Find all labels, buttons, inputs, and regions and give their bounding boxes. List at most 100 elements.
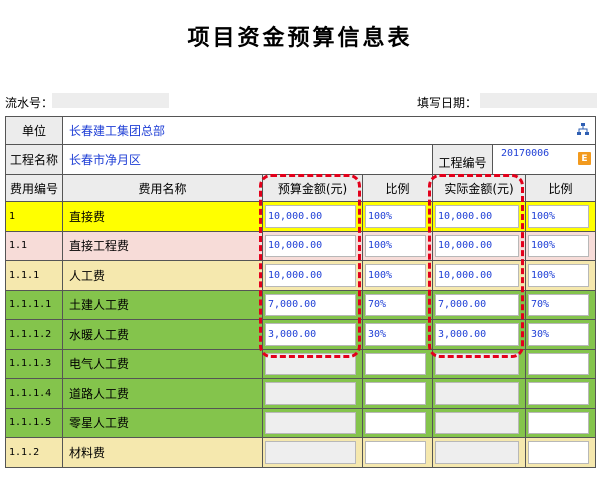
page-title: 项目资金预算信息表 xyxy=(187,26,413,51)
actual-ratio-input[interactable] xyxy=(528,382,589,405)
actual-amount-cell: 3,000.00 xyxy=(433,320,526,349)
table-row: 1.1.1.5 零星人工费 xyxy=(6,408,596,438)
actual-ratio-cell xyxy=(526,349,596,378)
budget-ratio-cell xyxy=(363,349,433,378)
row-name: 直接工程费 xyxy=(63,231,263,260)
actual-ratio-cell xyxy=(526,408,596,437)
budget-amount-input[interactable] xyxy=(265,382,356,405)
unit-value: 长春建工集团总部 xyxy=(69,124,166,138)
row-code: 1.1.1 xyxy=(6,261,63,290)
actual-amount-input[interactable] xyxy=(435,382,519,405)
budget-ratio-cell: 100% xyxy=(363,231,433,260)
col-header-name: 费用名称 xyxy=(63,175,263,201)
header-row: 费用编号 费用名称 预算金额(元) 比例 实际金额(元) 比例 xyxy=(6,175,596,202)
actual-ratio-cell: 30% xyxy=(526,320,596,349)
actual-amount-cell xyxy=(433,408,526,437)
budget-amount-input[interactable]: 10,000.00 xyxy=(265,205,356,228)
unit-row: 单位 长春建工集团总部 xyxy=(6,117,596,145)
budget-ratio-cell: 100% xyxy=(363,261,433,290)
row-code: 1.1.1.1 xyxy=(6,290,63,319)
row-code: 1.1 xyxy=(6,231,63,260)
actual-amount-cell: 7,000.00 xyxy=(433,290,526,319)
actual-amount-cell xyxy=(433,349,526,378)
actual-amount-cell: 10,000.00 xyxy=(433,261,526,290)
budget-amount-input[interactable]: 7,000.00 xyxy=(265,293,356,316)
row-name: 土建人工费 xyxy=(63,290,263,319)
budget-amount-input[interactable] xyxy=(265,441,356,464)
table-row: 1.1.2 材料费 xyxy=(6,438,596,468)
actual-amount-input[interactable]: 10,000.00 xyxy=(435,234,519,257)
budget-ratio-input[interactable] xyxy=(365,441,426,464)
actual-amount-input[interactable]: 10,000.00 xyxy=(435,264,519,287)
actual-amount-input[interactable]: 10,000.00 xyxy=(435,205,519,228)
row-code: 1.1.2 xyxy=(6,438,63,467)
actual-amount-input[interactable] xyxy=(435,441,519,464)
project-name-field[interactable]: 长春市净月区 xyxy=(63,145,433,174)
serial-label: 流水号： xyxy=(5,96,54,110)
budget-amount-input[interactable] xyxy=(265,411,356,434)
budget-ratio-input[interactable] xyxy=(365,411,426,434)
row-name: 零星人工费 xyxy=(63,408,263,437)
unit-value-field[interactable]: 长春建工集团总部 xyxy=(63,117,596,144)
row-code: 1.1.1.4 xyxy=(6,379,63,408)
budget-table: 单位 长春建工集团总部 工程名称 长春市净月区 工程编号 20170006 E … xyxy=(5,116,596,468)
col-header-budget: 预算金额(元) xyxy=(263,175,363,201)
table-row: 1.1.1 人工费 10,000.00 100% 10,000.00 100% xyxy=(6,261,596,291)
row-name: 直接费 xyxy=(63,202,263,231)
project-code-value: 20170006 xyxy=(501,148,550,159)
budget-amount-cell xyxy=(263,438,363,467)
budget-ratio-input[interactable]: 30% xyxy=(365,323,426,346)
actual-amount-input[interactable] xyxy=(435,411,519,434)
row-name: 材料费 xyxy=(63,438,263,467)
budget-amount-cell: 10,000.00 xyxy=(263,261,363,290)
project-row: 工程名称 长春市净月区 工程编号 20170006 E xyxy=(6,145,596,175)
date-label: 填写日期： xyxy=(417,96,478,110)
table-row: 1 直接费 10,000.00 100% 10,000.00 100% xyxy=(6,202,596,232)
budget-ratio-input[interactable] xyxy=(365,352,426,375)
actual-ratio-input[interactable] xyxy=(528,411,589,434)
actual-ratio-input[interactable] xyxy=(528,352,589,375)
excel-icon[interactable]: E xyxy=(578,152,591,165)
budget-ratio-input[interactable]: 70% xyxy=(365,293,426,316)
row-name: 道路人工费 xyxy=(63,379,263,408)
budget-amount-input[interactable]: 10,000.00 xyxy=(265,264,356,287)
actual-amount-cell xyxy=(433,379,526,408)
budget-amount-input[interactable]: 3,000.00 xyxy=(265,323,356,346)
table-row: 1.1.1.3 电气人工费 xyxy=(6,349,596,379)
col-header-actual: 实际金额(元) xyxy=(433,175,526,201)
actual-amount-cell: 10,000.00 xyxy=(433,202,526,231)
row-name: 电气人工费 xyxy=(63,349,263,378)
actual-amount-cell xyxy=(433,438,526,467)
row-name: 人工费 xyxy=(63,261,263,290)
budget-ratio-cell xyxy=(363,438,433,467)
actual-amount-input[interactable]: 3,000.00 xyxy=(435,323,519,346)
actual-ratio-input[interactable]: 100% xyxy=(528,264,589,287)
budget-ratio-input[interactable] xyxy=(365,382,426,405)
budget-ratio-input[interactable]: 100% xyxy=(365,205,426,228)
actual-amount-input[interactable]: 7,000.00 xyxy=(435,293,519,316)
org-tree-icon[interactable] xyxy=(577,123,589,135)
budget-ratio-input[interactable]: 100% xyxy=(365,264,426,287)
actual-ratio-cell: 100% xyxy=(526,202,596,231)
actual-ratio-input[interactable]: 100% xyxy=(528,234,589,257)
actual-ratio-input[interactable]: 70% xyxy=(528,293,589,316)
actual-ratio-input[interactable]: 100% xyxy=(528,205,589,228)
row-code: 1.1.1.5 xyxy=(6,408,63,437)
row-code: 1.1.1.3 xyxy=(6,349,63,378)
budget-amount-input[interactable] xyxy=(265,352,356,375)
actual-ratio-cell xyxy=(526,438,596,467)
project-code-field[interactable]: 20170006 E xyxy=(493,145,596,174)
budget-amount-cell xyxy=(263,379,363,408)
budget-amount-input[interactable]: 10,000.00 xyxy=(265,234,356,257)
project-name-label: 工程名称 xyxy=(6,145,63,174)
table-row: 1.1.1.2 水暖人工费 3,000.00 30% 3,000.00 30% xyxy=(6,320,596,350)
date-field[interactable] xyxy=(480,93,597,108)
col-header-code: 费用编号 xyxy=(6,175,63,201)
budget-amount-cell: 7,000.00 xyxy=(263,290,363,319)
serial-field[interactable] xyxy=(52,93,169,108)
actual-ratio-input[interactable] xyxy=(528,441,589,464)
budget-amount-cell: 3,000.00 xyxy=(263,320,363,349)
actual-ratio-input[interactable]: 30% xyxy=(528,323,589,346)
budget-ratio-input[interactable]: 100% xyxy=(365,234,426,257)
actual-amount-input[interactable] xyxy=(435,352,519,375)
